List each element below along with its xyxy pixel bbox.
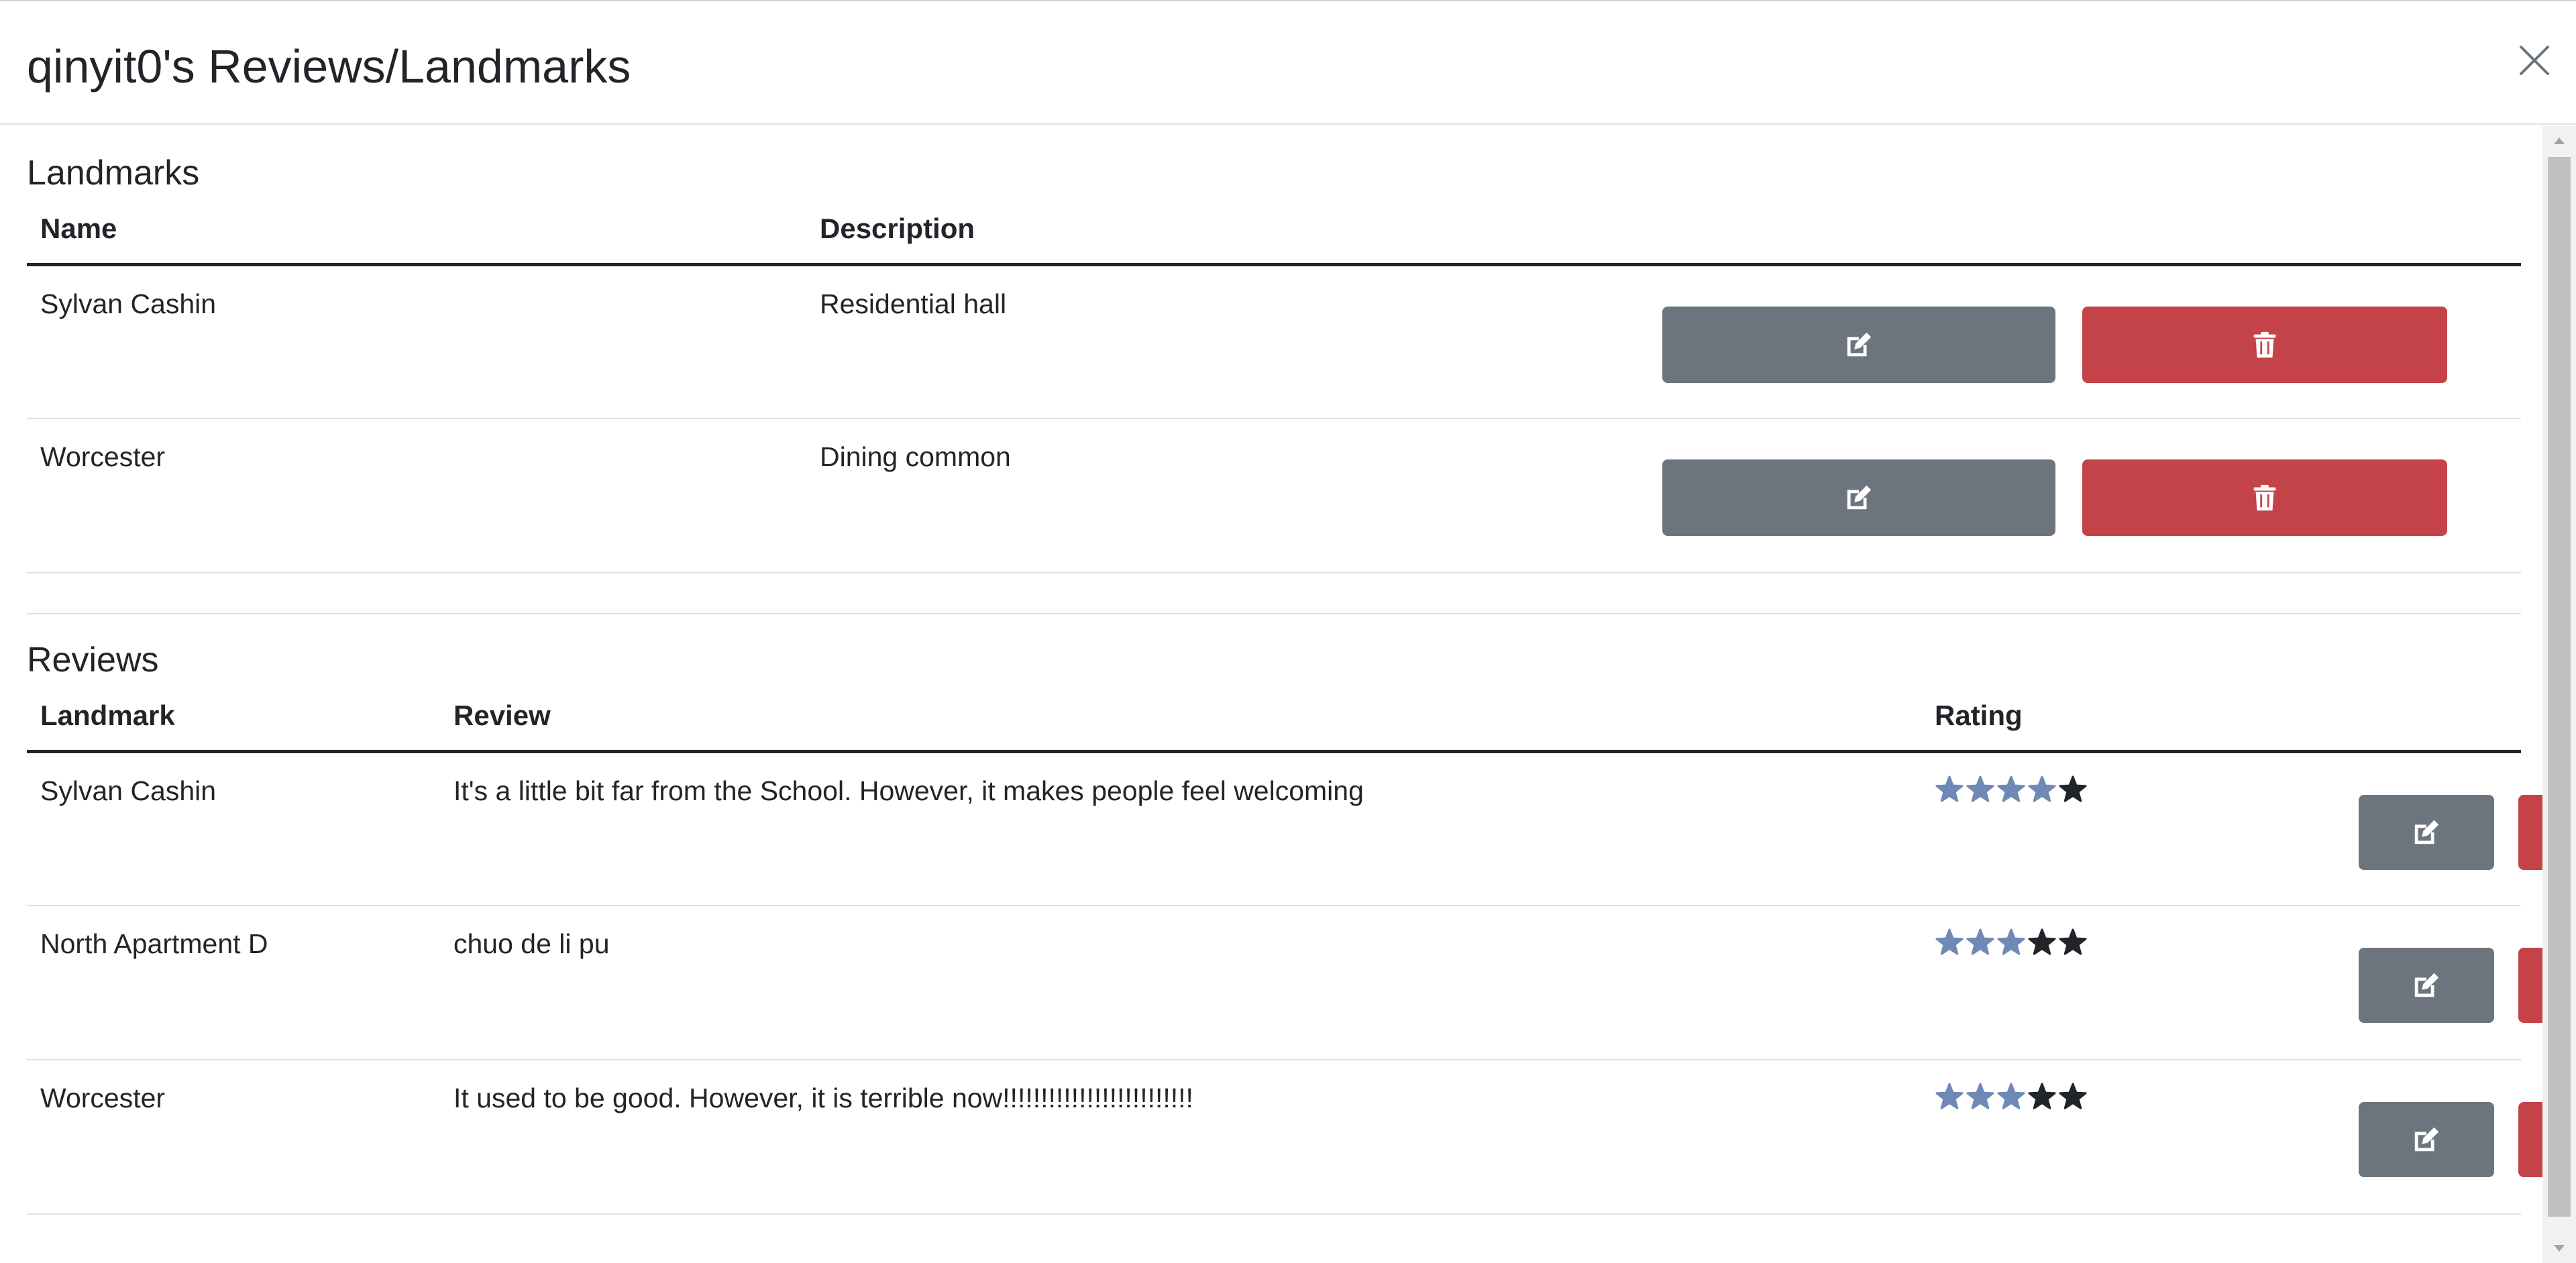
star-icon: [1966, 928, 1994, 955]
review-row: Sylvan Cashin It's a little bit far from …: [27, 751, 2542, 906]
review-landmark: Worcester: [27, 1060, 440, 1215]
star-rating: [1935, 775, 2190, 804]
delete-review-button[interactable]: [2518, 794, 2542, 870]
close-icon: [2520, 46, 2549, 75]
review-rating: [1921, 905, 2203, 1060]
landmarks-header-row: Name Description: [27, 195, 2521, 266]
star-icon: [1997, 1083, 2025, 1109]
star-icon: [1935, 928, 1964, 955]
column-header-landmark: Landmark: [27, 681, 440, 753]
landmarks-table: Name Description Sylvan Cashin Residentia…: [27, 195, 2521, 573]
review-actions: [2203, 905, 2542, 1060]
star-icon: [2059, 1083, 2087, 1109]
star-icon: [2059, 928, 2087, 955]
modal-header: qinyit0's Reviews/Landmarks: [0, 1, 2576, 125]
column-header-actions: [2203, 681, 2521, 753]
landmark-actions: [1662, 419, 2521, 573]
column-header-description: Description: [806, 195, 1662, 266]
delete-review-button[interactable]: [2518, 1102, 2542, 1177]
landmark-row: Sylvan Cashin Residential hall: [27, 264, 2521, 419]
section-divider: [27, 613, 2521, 614]
edit-review-button[interactable]: [2359, 1102, 2494, 1177]
star-icon: [1997, 928, 2025, 955]
landmark-description: Dining common: [806, 419, 1662, 573]
review-text: chuo de li pu: [440, 905, 1921, 1060]
star-icon: [1935, 775, 1964, 802]
scroll-up-arrow[interactable]: [2542, 126, 2576, 156]
edit-icon: [2414, 820, 2439, 844]
star-icon: [2028, 775, 2056, 802]
review-text: It used to be good. However, it is terri…: [440, 1060, 1921, 1215]
review-rating: [1921, 751, 2203, 906]
landmark-actions: [1662, 264, 2521, 419]
review-actions: [2203, 1060, 2542, 1215]
trash-icon: [2253, 484, 2276, 511]
close-button[interactable]: [2517, 43, 2552, 78]
star-icon: [1997, 775, 2025, 802]
review-actions: [2203, 751, 2542, 906]
vertical-scrollbar[interactable]: [2542, 126, 2576, 1263]
reviews-heading: Reviews: [27, 641, 159, 679]
delete-landmark-button[interactable]: [2082, 459, 2447, 536]
delete-review-button[interactable]: [2518, 948, 2542, 1023]
star-icon: [1966, 1083, 1994, 1109]
edit-icon: [2414, 973, 2439, 997]
scroll-down-arrow[interactable]: [2542, 1233, 2576, 1263]
landmark-name: Sylvan Cashin: [27, 264, 806, 419]
landmark-description: Residential hall: [806, 264, 1662, 419]
star-icon: [1935, 1083, 1964, 1109]
scrollbar-thumb[interactable]: [2548, 157, 2571, 1217]
review-row: North Apartment Dchuo de li pu: [27, 905, 2542, 1060]
trash-icon: [2253, 331, 2276, 358]
landmarks-heading: Landmarks: [27, 154, 200, 193]
modal-body: Landmarks Name Description Sylvan Cashin…: [0, 126, 2542, 1263]
edit-icon: [1847, 332, 1872, 356]
edit-icon: [2414, 1127, 2439, 1152]
star-icon: [2028, 1083, 2056, 1109]
star-icon: [2059, 775, 2087, 802]
review-landmark: North Apartment D: [27, 905, 440, 1060]
star-rating: [1935, 928, 2190, 957]
star-rating: [1935, 1082, 2190, 1111]
review-landmark: Sylvan Cashin: [27, 751, 440, 906]
column-header-name: Name: [27, 195, 806, 266]
edit-landmark-button[interactable]: [1662, 459, 2055, 536]
modal-title: qinyit0's Reviews/Landmarks: [27, 40, 631, 93]
star-icon: [1966, 775, 1994, 802]
landmark-row: Worcester Dining common: [27, 419, 2521, 573]
reviews-table: Landmark Review Rating Sylvan Cashin It's…: [27, 681, 2542, 1215]
edit-icon: [1847, 485, 1872, 510]
review-rating: [1921, 1060, 2203, 1215]
edit-review-button[interactable]: [2359, 794, 2494, 870]
column-header-actions: [1662, 195, 2521, 266]
star-icon: [2028, 928, 2056, 955]
review-text: It's a little bit far from the School. H…: [440, 751, 1921, 906]
edit-landmark-button[interactable]: [1662, 306, 2055, 383]
edit-review-button[interactable]: [2359, 948, 2494, 1023]
column-header-review: Review: [440, 681, 1921, 753]
delete-landmark-button[interactable]: [2082, 306, 2447, 383]
reviews-header-row: Landmark Review Rating: [27, 681, 2521, 753]
review-row: Worcester It used to be good. However, it…: [27, 1060, 2542, 1215]
column-header-rating: Rating: [1921, 681, 2203, 753]
landmark-name: Worcester: [27, 419, 806, 573]
